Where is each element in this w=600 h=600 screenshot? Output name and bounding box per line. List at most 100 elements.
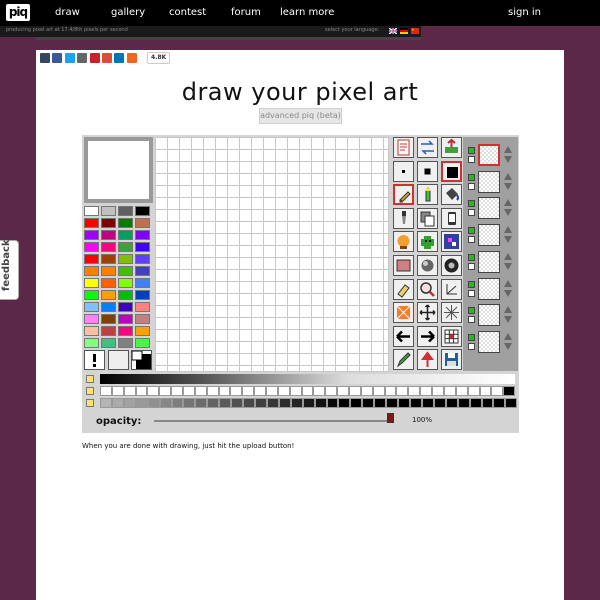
google-plus-icon[interactable]: [102, 53, 112, 63]
gray-cell[interactable]: [183, 398, 196, 408]
tumblr-icon[interactable]: [40, 53, 50, 63]
color-swatch[interactable]: [101, 278, 116, 288]
color-swatch[interactable]: [135, 206, 150, 216]
save-tool-button[interactable]: [441, 349, 462, 371]
sphere-tool-button[interactable]: [417, 255, 438, 276]
gray-cell[interactable]: [254, 386, 267, 396]
layer-thumbnail[interactable]: [478, 330, 500, 353]
nav-forum[interactable]: forum: [231, 7, 261, 18]
nav-gallery[interactable]: gallery: [111, 7, 145, 18]
color-swatch[interactable]: [84, 206, 99, 216]
pinterest-icon[interactable]: [89, 53, 100, 63]
layer-lock-checkbox[interactable]: [468, 262, 475, 270]
color-swatch[interactable]: [101, 290, 116, 300]
gray-cell[interactable]: [421, 398, 434, 408]
gray-cell[interactable]: [457, 398, 470, 408]
layer-thumbnail[interactable]: [478, 224, 500, 247]
gray-cell[interactable]: [384, 386, 397, 396]
gray-cell[interactable]: [503, 386, 516, 396]
color-swatch[interactable]: [135, 266, 150, 276]
gray-cell[interactable]: [100, 386, 112, 396]
gray-cell[interactable]: [147, 386, 160, 396]
gray-cell[interactable]: [467, 386, 480, 396]
gray-cell[interactable]: [314, 398, 327, 408]
gray-gradient-bar[interactable]: [100, 374, 515, 384]
color-swatch[interactable]: [118, 254, 133, 264]
layer-down-icon[interactable]: [504, 316, 512, 324]
color-swatch[interactable]: [118, 290, 133, 300]
facebook-icon[interactable]: [52, 53, 63, 63]
upload-arrow-tool-button[interactable]: [417, 349, 438, 371]
gray-cell[interactable]: [420, 386, 433, 396]
layer-up-icon[interactable]: [504, 226, 512, 234]
piq-logo[interactable]: piq: [6, 4, 30, 21]
layer-thumbnail[interactable]: [478, 170, 500, 193]
gray-cell[interactable]: [479, 386, 492, 396]
line-tool-button[interactable]: [441, 278, 462, 300]
phone-tool-button[interactable]: [441, 207, 462, 229]
layer-visible-checkbox[interactable]: [468, 173, 475, 181]
layer-lock-checkbox[interactable]: [468, 316, 475, 324]
color-swatch[interactable]: [118, 326, 133, 336]
gray-cell[interactable]: [505, 398, 518, 408]
color-swatch[interactable]: [118, 338, 133, 348]
color-swatch[interactable]: [84, 290, 99, 300]
color-swatch[interactable]: [101, 314, 116, 324]
layer-lock-checkbox[interactable]: [468, 342, 475, 350]
gray-cell[interactable]: [171, 386, 184, 396]
gray-cell[interactable]: [326, 398, 339, 408]
gray-cell[interactable]: [159, 386, 172, 396]
gray-cell[interactable]: [100, 398, 112, 408]
color-swatch[interactable]: [84, 218, 99, 228]
color-swatch[interactable]: [135, 242, 150, 252]
layer-up-icon[interactable]: [504, 252, 512, 260]
pencil-tool-button[interactable]: [393, 184, 414, 206]
gray-cell[interactable]: [433, 398, 446, 408]
dither-tool-button[interactable]: [393, 302, 414, 324]
gray-cell[interactable]: [123, 398, 136, 408]
zoom-tool-button[interactable]: [417, 278, 438, 300]
color-swatch[interactable]: [84, 266, 99, 276]
current-color-button[interactable]: [131, 350, 152, 370]
gray-cell[interactable]: [408, 386, 421, 396]
gray-cell[interactable]: [111, 398, 124, 408]
layer-lock-checkbox[interactable]: [468, 236, 475, 244]
gray-cell[interactable]: [290, 398, 303, 408]
arrow-right-tool-button[interactable]: [417, 325, 438, 347]
advanced-piq-button[interactable]: advanced piq (beta): [259, 108, 342, 124]
layer-up-icon[interactable]: [504, 279, 512, 287]
color-swatch[interactable]: [101, 266, 116, 276]
layer-visible-checkbox[interactable]: [468, 200, 475, 208]
color-swatch[interactable]: [101, 242, 116, 252]
paint-bucket-tool-button[interactable]: [441, 184, 462, 206]
layer-up-icon[interactable]: [504, 332, 512, 340]
layer-lock-checkbox[interactable]: [468, 209, 475, 217]
lock-icon[interactable]: [86, 387, 94, 395]
layer-up-icon[interactable]: [504, 199, 512, 207]
pattern-tool-button[interactable]: [441, 231, 462, 253]
fill-rect-tool-button[interactable]: [393, 255, 414, 276]
gray-cell[interactable]: [231, 398, 244, 408]
gradient-tool-button[interactable]: [441, 255, 462, 276]
color-swatch[interactable]: [84, 338, 99, 348]
gray-cell[interactable]: [194, 386, 207, 396]
color-swatch[interactable]: [118, 266, 133, 276]
eraser-color-button[interactable]: [108, 350, 129, 370]
gray-cell-row[interactable]: [100, 398, 518, 408]
layer-down-icon[interactable]: [504, 236, 512, 244]
arrow-left-tool-button[interactable]: [393, 325, 414, 347]
sign-in-link[interactable]: sign in: [508, 7, 541, 18]
lock-icon[interactable]: [86, 375, 94, 383]
gray-cell[interactable]: [302, 398, 315, 408]
layer-visible-checkbox[interactable]: [468, 280, 475, 288]
color-swatch[interactable]: [118, 278, 133, 288]
nav-contest[interactable]: contest: [169, 7, 206, 18]
layer-visible-checkbox[interactable]: [468, 227, 475, 235]
email-icon[interactable]: [77, 53, 88, 63]
layer-down-icon[interactable]: [504, 182, 512, 190]
gray-cell[interactable]: [493, 398, 506, 408]
color-swatch[interactable]: [84, 230, 99, 240]
color-swatch[interactable]: [118, 314, 133, 324]
grid-tool-button[interactable]: [441, 325, 462, 347]
layer-up-icon[interactable]: [504, 172, 512, 180]
